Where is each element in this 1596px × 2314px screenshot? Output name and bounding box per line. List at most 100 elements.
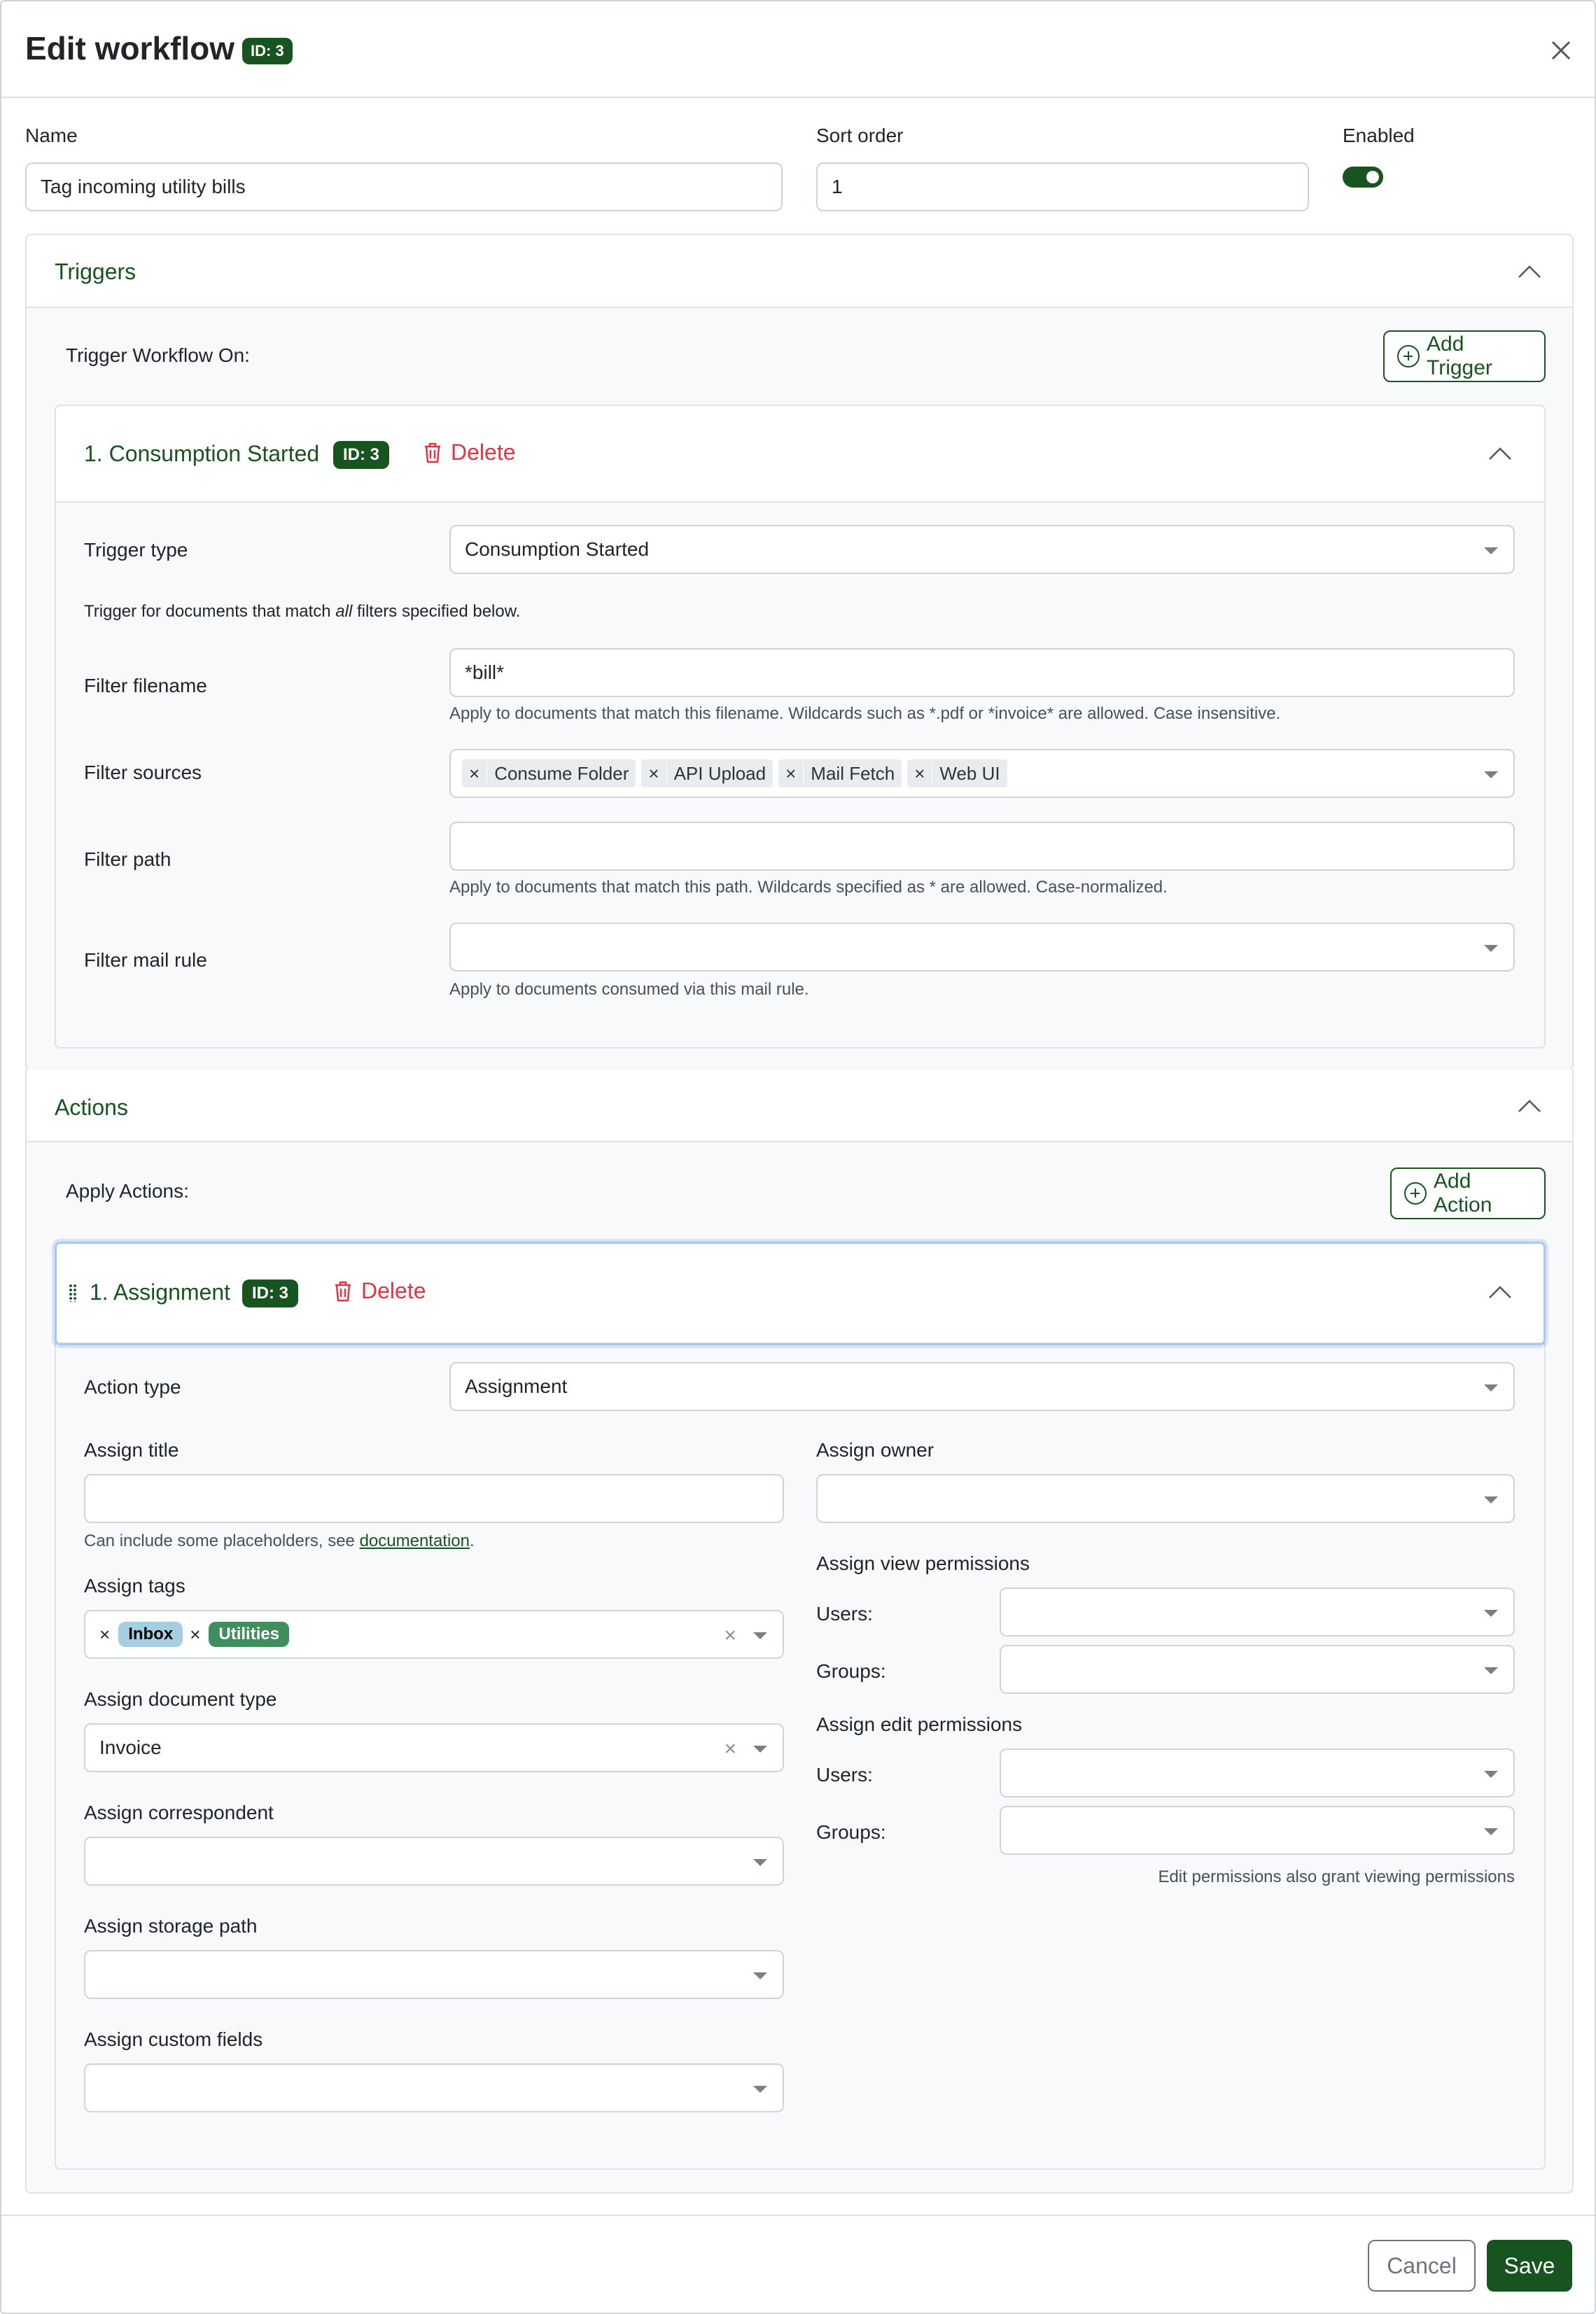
- edit-groups-select[interactable]: [1000, 1806, 1515, 1855]
- assign-title-label: Assign title: [84, 1439, 179, 1461]
- tag-chip: × Utilities: [190, 1622, 290, 1647]
- chevron-down-icon: [753, 1632, 767, 1639]
- assign-correspondent-select[interactable]: [84, 1837, 784, 1886]
- assign-owner-select[interactable]: [816, 1474, 1515, 1523]
- sort-order-input[interactable]: 1: [816, 162, 1309, 211]
- assign-correspondent-label: Assign correspondent: [84, 1802, 274, 1823]
- assign-storage-label: Assign storage path: [84, 1915, 258, 1937]
- remove-icon[interactable]: ×: [778, 762, 804, 785]
- view-users-select[interactable]: [1000, 1587, 1515, 1636]
- triggers-title: Triggers: [55, 259, 136, 284]
- triggers-header[interactable]: Triggers: [27, 235, 1572, 308]
- chevron-up-icon[interactable]: [1488, 447, 1512, 461]
- tag-chip: × Inbox: [99, 1622, 183, 1647]
- chevron-down-icon: [1484, 1828, 1498, 1835]
- assign-title-input[interactable]: [84, 1474, 784, 1523]
- name-input[interactable]: Tag incoming utility bills: [25, 162, 783, 211]
- chevron-down-icon: [1484, 1384, 1498, 1391]
- plus-circle-icon: [1397, 345, 1420, 367]
- filter-sources-label: Filter sources: [84, 762, 202, 783]
- edit-permissions-note: Edit permissions also grant viewing perm…: [1158, 1867, 1515, 1886]
- trigger-item: 1. Consumption Started ID: 3 Delete Trig…: [55, 405, 1546, 1049]
- chevron-up-icon[interactable]: [1518, 1099, 1541, 1113]
- close-icon[interactable]: [1547, 36, 1575, 64]
- add-trigger-button[interactable]: Add Trigger: [1383, 330, 1546, 382]
- clear-icon[interactable]: ×: [724, 1624, 736, 1648]
- toggle-knob: [1366, 171, 1379, 183]
- chevron-down-icon: [1484, 945, 1498, 952]
- view-groups-label: Groups:: [816, 1660, 886, 1682]
- source-chip: × Consume Folder: [462, 759, 636, 787]
- filter-sources-select[interactable]: × Consume Folder × API Upload × Mail Fetch …: [449, 749, 1515, 798]
- chevron-down-icon: [1484, 771, 1498, 778]
- add-action-label: Add Action: [1434, 1170, 1492, 1216]
- plus-circle-icon: [1404, 1182, 1427, 1205]
- cancel-button[interactable]: Cancel: [1368, 2240, 1476, 2292]
- name-label: Name: [25, 125, 78, 146]
- save-button[interactable]: Save: [1487, 2240, 1572, 2292]
- chevron-down-icon: [1484, 1610, 1498, 1617]
- chevron-down-icon: [1484, 547, 1498, 554]
- enabled-toggle[interactable]: [1343, 167, 1383, 188]
- trigger-item-header[interactable]: 1. Consumption Started ID: 3 Delete: [56, 406, 1544, 503]
- chevron-up-icon[interactable]: [1518, 265, 1541, 279]
- triggers-section: Triggers Trigger Workflow On: Add Trigge…: [25, 234, 1574, 1071]
- action-intro: Apply Actions:: [66, 1180, 189, 1202]
- action-type-label: Action type: [84, 1376, 181, 1398]
- assign-storage-select[interactable]: [84, 1950, 784, 1999]
- chevron-down-icon: [753, 1859, 767, 1866]
- assign-custom-fields-select[interactable]: [84, 2063, 784, 2112]
- modal-footer: Cancel Save: [1, 2215, 1595, 2313]
- edit-groups-label: Groups:: [816, 1821, 886, 1843]
- filter-path-help: Apply to documents that match this path.…: [449, 878, 1168, 897]
- trigger-type-select[interactable]: Consumption Started: [449, 525, 1515, 574]
- remove-icon[interactable]: ×: [99, 1624, 118, 1646]
- trigger-item-title: 1. Consumption Started: [84, 441, 320, 466]
- filter-mail-rule-help: Apply to documents consumed via this mai…: [449, 980, 809, 999]
- source-chip: × Web UI: [907, 759, 1007, 787]
- action-type-select[interactable]: Assignment: [449, 1362, 1515, 1411]
- chevron-down-icon: [753, 1746, 767, 1753]
- assign-doctype-value: Invoice: [99, 1737, 162, 1758]
- filter-mail-rule-label: Filter mail rule: [84, 949, 207, 971]
- assign-tags-label: Assign tags: [84, 1575, 186, 1597]
- view-groups-select[interactable]: [1000, 1645, 1515, 1694]
- documentation-link[interactable]: documentation: [360, 1531, 470, 1550]
- edit-permissions-label: Assign edit permissions: [816, 1713, 1023, 1735]
- chevron-down-icon: [753, 1972, 767, 1979]
- remove-icon[interactable]: ×: [907, 762, 933, 785]
- action-item: 1. Assignment ID: 3 Delete Action type A…: [55, 1242, 1546, 2170]
- focus-ring: [55, 1242, 1546, 1345]
- filter-mail-rule-select[interactable]: [449, 923, 1515, 972]
- edit-users-label: Users:: [816, 1764, 873, 1786]
- assign-tags-select[interactable]: × Inbox × Utilities ×: [84, 1610, 784, 1659]
- chevron-down-icon: [1484, 1771, 1498, 1778]
- add-trigger-label: Add Trigger: [1427, 332, 1492, 379]
- filter-path-input[interactable]: [449, 822, 1515, 871]
- name-value: Tag incoming utility bills: [41, 176, 246, 197]
- trigger-delete-label: Delete: [451, 440, 516, 465]
- sort-order-value: 1: [832, 176, 843, 197]
- actions-title: Actions: [55, 1095, 128, 1120]
- filter-filename-label: Filter filename: [84, 675, 207, 696]
- source-chip: × API Upload: [641, 759, 774, 787]
- edit-workflow-modal: Edit workflow ID: 3 Name Tag incoming ut…: [0, 0, 1596, 2314]
- sort-order-label: Sort order: [816, 125, 904, 146]
- modal-title: Edit workflow: [25, 29, 234, 67]
- chevron-down-icon: [753, 2086, 767, 2093]
- remove-icon[interactable]: ×: [190, 1624, 209, 1646]
- remove-icon[interactable]: ×: [462, 762, 488, 785]
- trigger-type-value: Consumption Started: [465, 538, 650, 560]
- chevron-down-icon: [1484, 1496, 1498, 1503]
- actions-header[interactable]: Actions: [27, 1070, 1572, 1142]
- assign-owner-label: Assign owner: [816, 1439, 934, 1461]
- clear-icon[interactable]: ×: [724, 1737, 736, 1761]
- remove-icon[interactable]: ×: [641, 762, 667, 785]
- assign-doctype-select[interactable]: Invoice ×: [84, 1723, 784, 1772]
- chevron-down-icon: [1484, 1667, 1498, 1674]
- trigger-delete-button[interactable]: Delete: [423, 440, 516, 465]
- edit-users-select[interactable]: [1000, 1748, 1515, 1797]
- filter-filename-input[interactable]: *bill*: [449, 648, 1515, 697]
- modal-header: Edit workflow ID: 3: [1, 1, 1595, 98]
- add-action-button[interactable]: Add Action: [1390, 1167, 1546, 1219]
